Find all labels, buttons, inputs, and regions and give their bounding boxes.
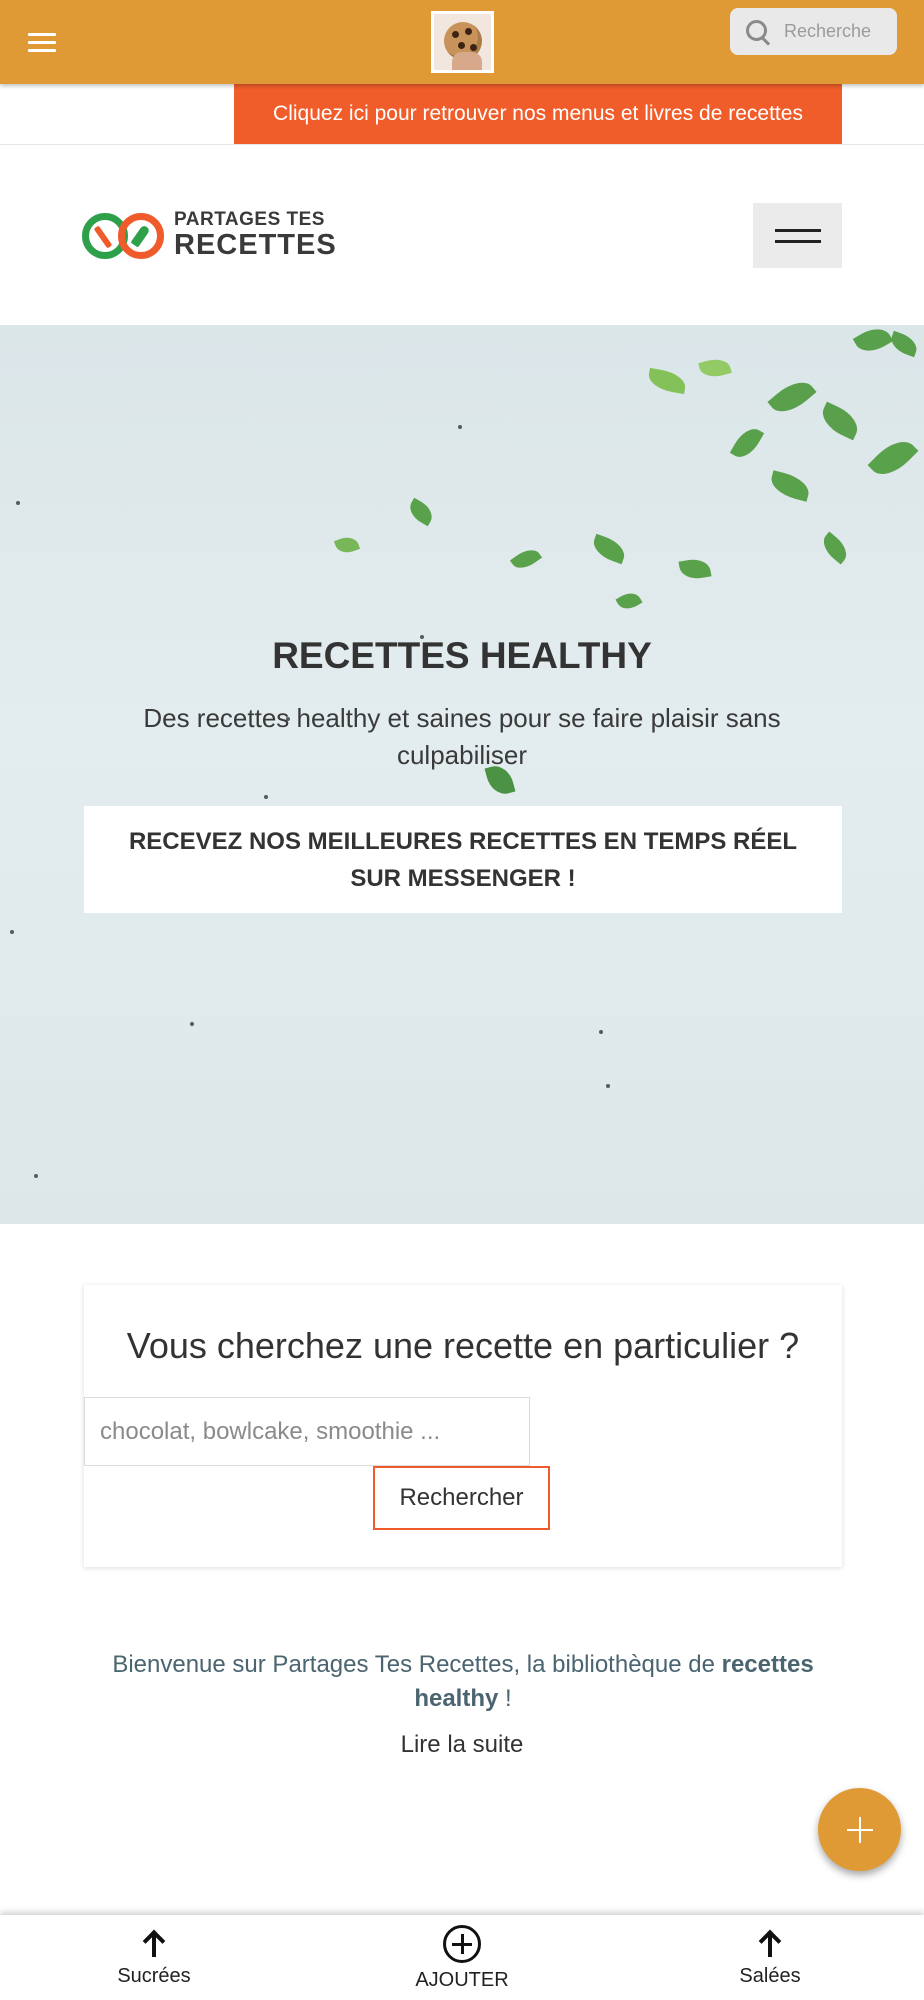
hero-subtitle: Des recettes healthy et saines pour se f… [143, 703, 781, 770]
hero-banner: RECETTES HEALTHY Des recettes healthy et… [0, 325, 924, 1224]
search-field[interactable]: Recherche [730, 8, 897, 55]
chocolate-chip [458, 42, 465, 49]
logo-wordmark: PARTAGES TES RECETTES [174, 210, 337, 260]
herb-leaf [867, 432, 919, 484]
herb-leaf [698, 355, 732, 381]
promo-menus-button[interactable]: Cliquez ici pour retrouver nos menus et … [234, 84, 842, 144]
chocolate-chip [452, 31, 459, 38]
bottom-nav-label: Sucrées [117, 1965, 191, 1987]
plus-icon [846, 1816, 873, 1843]
herb-leaf [729, 423, 765, 463]
menu-icon-line [28, 32, 56, 36]
search-placeholder: Recherche [784, 21, 872, 41]
site-header: PARTAGES TES RECETTES [0, 145, 924, 325]
bottom-nav-sucrees[interactable]: Sucrées [0, 1915, 308, 2000]
site-logo[interactable]: PARTAGES TES RECETTES [82, 207, 337, 263]
herb-leaf [767, 373, 817, 421]
herb-leaf [509, 544, 543, 574]
nav-toggle-button[interactable] [753, 203, 842, 268]
herb-leaf [333, 533, 361, 557]
search-submit-button[interactable]: Rechercher [373, 1466, 550, 1530]
pepper-speck [16, 501, 20, 505]
herb-leaf [405, 497, 437, 527]
pepper-speck [190, 1022, 194, 1026]
chocolate-chip [465, 28, 472, 35]
herb-leaf [615, 588, 643, 614]
read-more-link[interactable]: Lire la suite [0, 1731, 924, 1759]
intro-text: Bienvenue sur Partages Tes Recettes, la … [84, 1648, 842, 1716]
recipe-search-input[interactable] [84, 1397, 530, 1466]
herb-leaf [852, 325, 894, 359]
cookie-image [434, 14, 491, 70]
messenger-subscribe-button[interactable]: RECEVEZ NOS MEILLEURES RECETTES EN TEMPS… [84, 806, 842, 913]
chocolate-chip [470, 44, 477, 51]
promo-strip: Cliquez ici pour retrouver nos menus et … [0, 84, 924, 145]
herb-leaf [646, 367, 688, 395]
herb-leaf [816, 401, 864, 441]
hamburger-line [774, 228, 821, 232]
bottom-nav-ajouter[interactable]: AJOUTER [308, 1915, 616, 2000]
add-recipe-fab[interactable] [818, 1788, 901, 1871]
bottom-nav-label: AJOUTER [415, 1969, 509, 1991]
logo-line-2: RECETTES [174, 229, 337, 261]
pepper-speck [264, 795, 268, 799]
pepper-speck [10, 930, 14, 934]
pepper-speck [458, 425, 462, 429]
pepper-speck [599, 1030, 603, 1034]
recipe-search-card: Vous cherchez une recette en particulier… [84, 1285, 842, 1567]
pepper-speck [34, 1174, 38, 1178]
pepper-speck [606, 1084, 610, 1088]
hand-shape [452, 52, 482, 70]
add-circle-icon [443, 1925, 481, 1963]
menu-icon-line [28, 48, 56, 52]
arrow-up-icon [139, 1929, 169, 1959]
bottom-nav-salees[interactable]: Salées [616, 1915, 924, 2000]
app-bar: Recherche [0, 0, 924, 84]
herb-leaf [589, 533, 629, 565]
search-icon [744, 18, 772, 46]
menu-icon-line [28, 40, 56, 44]
hamburger-line [774, 239, 821, 243]
page-title: RECETTES HEALTHY [272, 635, 652, 676]
bottom-nav-label: Salées [739, 1965, 801, 1987]
intro-text-end: ! [498, 1685, 512, 1712]
menu-icon[interactable] [22, 24, 62, 60]
logo-line-1: PARTAGES TES [174, 209, 325, 230]
intro-text-start: Bienvenue sur Partages Tes Recettes, la … [112, 1651, 722, 1678]
herb-leaf [817, 531, 853, 565]
herb-leaf [767, 470, 813, 502]
arrow-up-icon [755, 1929, 785, 1959]
search-heading: Vous cherchez une recette en particulier… [126, 1325, 800, 1366]
logo-mark-icon [82, 207, 164, 263]
herb-leaf [887, 330, 921, 358]
bottom-navigation: Sucrées AJOUTER Salées [0, 1915, 924, 2000]
cookie-avatar[interactable] [431, 11, 494, 73]
herb-leaf [678, 556, 712, 582]
